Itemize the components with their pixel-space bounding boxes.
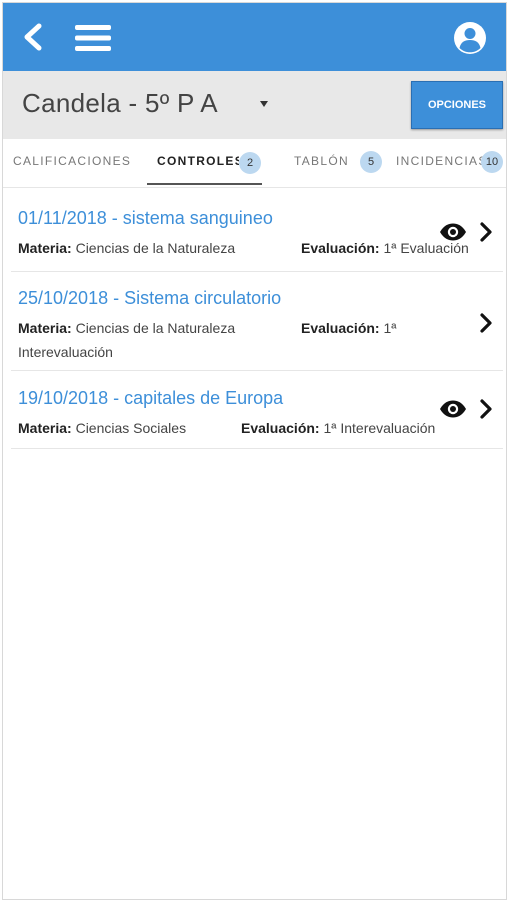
tab-tablon[interactable]: TABLÓN bbox=[294, 154, 349, 168]
tab-label: TABLÓN bbox=[294, 154, 349, 168]
app-frame: Candela - 5º P A OPCIONES CALIFICACIONES… bbox=[2, 2, 507, 900]
control-materia: Materia: Ciencias de la Naturaleza bbox=[18, 240, 235, 256]
eye-icon bbox=[440, 223, 466, 241]
control-materia: Materia: Ciencias Sociales bbox=[18, 420, 186, 436]
tab-controles[interactable]: CONTROLES bbox=[157, 154, 239, 168]
materia-value: Ciencias de la Naturaleza bbox=[75, 240, 236, 256]
evaluacion-label: Evaluación: bbox=[301, 320, 380, 336]
tab-calificaciones[interactable]: CALIFICACIONES bbox=[13, 154, 131, 168]
eye-icon bbox=[440, 400, 466, 418]
evaluacion-label: Evaluación: bbox=[241, 420, 320, 436]
tab-bar: CALIFICACIONES CONTROLES 2 TABLÓN 5 INCI… bbox=[3, 139, 506, 188]
tab-incidencias[interactable]: INCIDENCIAS bbox=[396, 154, 486, 168]
control-materia: Materia: Ciencias de la Naturaleza bbox=[18, 320, 235, 336]
evaluacion-value: 1ª Interevaluación bbox=[323, 420, 436, 436]
control-title: 19/10/2018 - capitales de Europa bbox=[18, 388, 284, 408]
materia-label: Materia: bbox=[18, 420, 72, 436]
materia-label: Materia: bbox=[18, 320, 72, 336]
top-app-bar bbox=[3, 3, 506, 71]
materia-label: Materia: bbox=[18, 240, 72, 256]
control-evaluacion: Evaluación: 1ª Evaluación bbox=[301, 240, 469, 256]
student-select[interactable]: Candela - 5º P A bbox=[22, 88, 218, 119]
tab-label: INCIDENCIAS bbox=[396, 154, 486, 168]
hamburger-menu-icon[interactable] bbox=[75, 25, 111, 51]
user-account-icon[interactable] bbox=[453, 21, 487, 55]
chevron-right-icon bbox=[480, 313, 492, 333]
control-evaluacion: Evaluación: 1ª bbox=[301, 320, 396, 336]
options-button[interactable]: OPCIONES bbox=[411, 81, 503, 129]
chevron-right-icon bbox=[480, 399, 492, 419]
student-selector-bar: Candela - 5º P A OPCIONES bbox=[3, 71, 506, 139]
back-chevron-icon[interactable] bbox=[21, 23, 45, 51]
evaluacion-label: Evaluación: bbox=[301, 240, 380, 256]
control-title: 01/11/2018 - sistema sanguineo bbox=[18, 208, 273, 228]
evaluacion-value: 1ª Evaluación bbox=[383, 240, 469, 256]
evaluacion-value: 1ª bbox=[383, 320, 397, 336]
active-tab-indicator bbox=[147, 183, 262, 185]
dropdown-caret-icon[interactable] bbox=[259, 100, 269, 108]
tab-tablon-badge: 5 bbox=[360, 151, 382, 173]
materia-value: Ciencias de la Naturaleza bbox=[75, 320, 236, 336]
materia-value: Ciencias Sociales bbox=[75, 420, 187, 436]
control-title: 25/10/2018 - Sistema circulatorio bbox=[18, 288, 282, 308]
tab-label: CONTROLES bbox=[157, 154, 239, 168]
control-list-item[interactable]: 01/11/2018 - sistema sanguineo Materia: … bbox=[11, 191, 503, 272]
control-list-item[interactable]: 19/10/2018 - capitales de Europa Materia… bbox=[11, 370, 503, 449]
control-evaluacion-continued: Interevaluación bbox=[18, 344, 113, 360]
control-list-item[interactable]: 25/10/2018 - Sistema circulatorio Materi… bbox=[11, 271, 503, 371]
chevron-right-icon bbox=[480, 222, 492, 242]
tab-incidencias-badge: 10 bbox=[481, 151, 503, 173]
control-evaluacion: Evaluación: 1ª Interevaluación bbox=[241, 420, 435, 436]
tab-controles-badge: 2 bbox=[239, 152, 261, 174]
tab-label: CALIFICACIONES bbox=[13, 154, 132, 168]
